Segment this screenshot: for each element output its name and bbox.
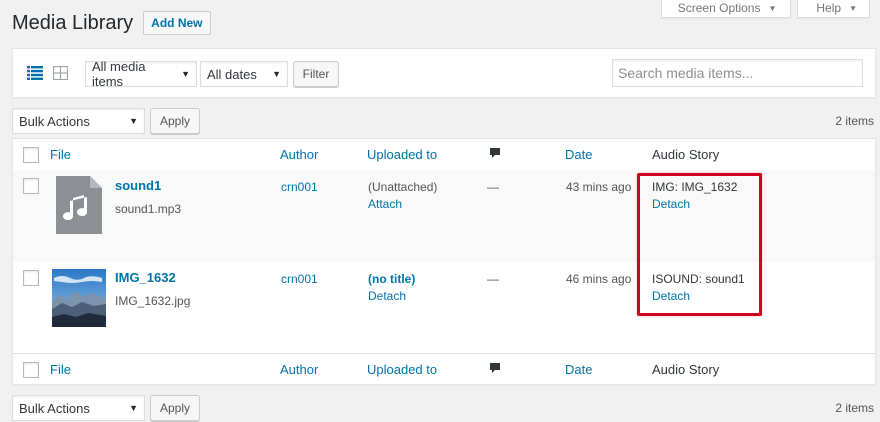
- column-audio-story: Audio Story: [652, 147, 720, 162]
- tablenav-top: Bulk Actions ▼ Apply 2 items: [12, 108, 876, 134]
- apply-button[interactable]: Apply: [150, 395, 200, 421]
- column-file[interactable]: File: [50, 362, 71, 377]
- page-title: Media Library: [12, 11, 134, 34]
- caret-down-icon: ▼: [181, 69, 190, 79]
- media-filename: IMG_1632.jpg: [115, 294, 191, 308]
- column-author[interactable]: Author: [280, 147, 318, 162]
- column-file[interactable]: File: [50, 147, 71, 162]
- help-label: Help: [816, 1, 842, 15]
- bulk-actions-select[interactable]: Bulk Actions ▼: [12, 395, 145, 421]
- comments-count: —: [487, 272, 499, 286]
- media-title-link[interactable]: sound1: [115, 178, 161, 193]
- author-link[interactable]: crn001: [281, 272, 318, 286]
- filter-button[interactable]: Filter: [293, 61, 339, 87]
- uploaded-to-text: (Unattached): [368, 180, 438, 194]
- caret-down-icon: ▼: [272, 69, 281, 79]
- column-date[interactable]: Date: [565, 362, 592, 377]
- media-filename: sound1.mp3: [115, 202, 182, 216]
- column-author[interactable]: Author: [280, 362, 318, 377]
- media-filter-bar: All media items ▼ All dates ▼ Filter Sea…: [12, 48, 876, 98]
- mountain-photo-thumbnail[interactable]: [52, 269, 106, 327]
- author-link[interactable]: crn001: [281, 180, 318, 194]
- caret-down-icon: ▼: [129, 403, 138, 413]
- caret-down-icon: ▼: [849, 3, 857, 13]
- apply-button[interactable]: Apply: [150, 108, 200, 134]
- screen-options-label: Screen Options: [677, 1, 761, 15]
- row-checkbox[interactable]: [23, 270, 39, 286]
- comments-count: —: [487, 180, 499, 194]
- detach-link[interactable]: Detach: [368, 289, 406, 303]
- column-uploaded-to[interactable]: Uploaded to: [367, 362, 437, 377]
- audio-story-value: ISOUND: sound1: [652, 272, 745, 286]
- bulk-actions-value: Bulk Actions: [19, 400, 90, 416]
- items-count: 2 items: [835, 401, 874, 415]
- select-all-checkbox[interactable]: [23, 362, 39, 378]
- date-text: 43 mins ago: [566, 180, 632, 194]
- media-title-link[interactable]: IMG_1632: [115, 270, 176, 285]
- column-uploaded-to[interactable]: Uploaded to: [367, 147, 437, 162]
- screen-meta-links: Screen Options ▼ Help ▼: [660, 0, 870, 18]
- bulk-actions-select[interactable]: Bulk Actions ▼: [12, 108, 145, 134]
- row-checkbox[interactable]: [23, 178, 39, 194]
- column-audio-story: Audio Story: [652, 362, 720, 377]
- page-header: Media Library Add New: [12, 11, 211, 35]
- caret-down-icon: ▼: [129, 116, 138, 126]
- table-footer-row: File Author Uploaded to Date Audio Story: [13, 353, 875, 385]
- help-button[interactable]: Help ▼: [797, 0, 870, 18]
- date-text: 46 mins ago: [566, 272, 632, 286]
- date-filter-value: All dates: [207, 66, 257, 82]
- tablenav-bottom: Bulk Actions ▼ Apply 2 items: [12, 395, 876, 421]
- add-new-button[interactable]: Add New: [143, 11, 211, 35]
- audio-file-icon[interactable]: [52, 176, 106, 234]
- table-header-row: File Author Uploaded to Date Audio Story: [13, 139, 875, 171]
- media-type-select[interactable]: All media items ▼: [85, 59, 197, 89]
- bulk-actions-value: Bulk Actions: [19, 113, 90, 129]
- uploaded-to-link[interactable]: (no title): [368, 272, 415, 286]
- caret-down-icon: ▼: [768, 3, 777, 13]
- select-all-checkbox[interactable]: [23, 147, 39, 163]
- comment-icon[interactable]: [489, 147, 501, 159]
- date-filter-select[interactable]: All dates ▼: [200, 61, 288, 87]
- list-view-icon[interactable]: [27, 66, 43, 80]
- search-placeholder: Search media items...: [618, 65, 754, 81]
- comment-icon[interactable]: [489, 362, 501, 374]
- column-date[interactable]: Date: [565, 147, 592, 162]
- table-row: sound1 sound1.mp3 crn001 (Unattached) At…: [13, 170, 875, 262]
- items-count: 2 items: [835, 114, 874, 128]
- audio-story-value: IMG: IMG_1632: [652, 180, 738, 194]
- media-list-table: File Author Uploaded to Date Audio Story…: [12, 138, 876, 385]
- detach-link[interactable]: Detach: [652, 197, 690, 211]
- table-row: IMG_1632 IMG_1632.jpg crn001 (no title) …: [13, 262, 875, 353]
- grid-view-icon[interactable]: [53, 66, 68, 80]
- search-media-input[interactable]: Search media items...: [612, 59, 863, 87]
- detach-link[interactable]: Detach: [652, 289, 690, 303]
- attach-link[interactable]: Attach: [368, 197, 402, 211]
- media-type-value: All media items: [92, 59, 146, 89]
- screen-options-button[interactable]: Screen Options ▼: [660, 0, 792, 18]
